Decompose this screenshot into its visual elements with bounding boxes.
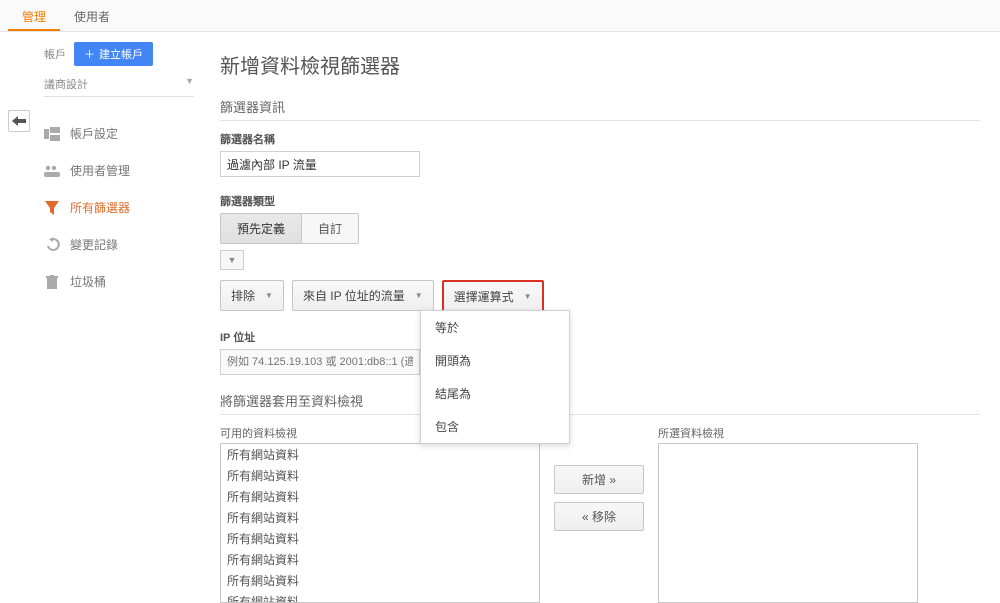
settings-icon [44,126,60,142]
main-content: 新增資料檢視篩選器 篩選器資訊 篩選器名稱 篩選器類型 預先定義 自訂 ▼ 排除… [200,32,1000,603]
ip-address-label: IP 位址 [220,329,980,345]
filter-type-custom[interactable]: 自訂 [301,214,358,243]
exclude-dropdown[interactable]: 排除 ▼ [220,280,284,311]
selected-views-listbox[interactable] [658,443,918,603]
chevron-down-icon: ▼ [265,291,273,300]
operator-dropdown[interactable]: 選擇運算式 ▼ [442,280,544,313]
create-account-label: 建立帳戶 [99,46,143,62]
operator-dropdown-menu: 等於 開頭為 結尾為 包含 [420,310,570,444]
filter-info-title: 篩選器資訊 [220,97,980,121]
chevron-down-icon: ▼ [185,76,194,92]
add-view-button[interactable]: 新增 » [554,465,644,494]
account-name: 議商設計 [44,76,88,92]
plus-icon: ＋ [84,46,95,62]
nav-trash[interactable]: 垃圾桶 [44,263,190,300]
nav-change-history[interactable]: 變更記錄 [44,226,190,263]
filter-type-group: 預先定義 自訂 [220,213,359,244]
nav-label: 垃圾桶 [70,273,106,290]
list-item[interactable]: 所有網站資料 [221,444,539,465]
exclude-label: 排除 [231,287,255,304]
filter-name-input[interactable] [220,151,420,177]
chevron-down-icon: ▼ [524,292,532,301]
list-item[interactable]: 所有網站資料 [221,528,539,549]
filter-type-predefined[interactable]: 預先定義 [221,214,301,243]
list-item[interactable]: 所有網站資料 [221,549,539,570]
filter-type-label: 篩選器類型 [220,193,980,209]
page-title: 新增資料檢視篩選器 [220,50,980,79]
account-select[interactable]: 議商設計 ▼ [44,72,194,97]
sidebar-nav: 帳戶設定 使用者管理 所有篩選器 變更記錄 垃圾桶 [44,115,190,300]
nav-account-settings[interactable]: 帳戶設定 [44,115,190,152]
nav-label: 所有篩選器 [70,199,130,216]
list-item[interactable]: 所有網站資料 [221,591,539,603]
traffic-source-dropdown[interactable]: 來自 IP 位址的流量 ▼ [292,280,434,311]
list-item[interactable]: 所有網站資料 [221,465,539,486]
remove-view-button[interactable]: « 移除 [554,502,644,531]
create-account-button[interactable]: ＋ 建立帳戶 [74,42,153,66]
operator-option-endswith[interactable]: 結尾為 [421,377,569,410]
list-item[interactable]: 所有網站資料 [221,486,539,507]
users-icon [44,163,60,179]
list-item[interactable]: 所有網站資料 [221,570,539,591]
nav-label: 使用者管理 [70,162,130,179]
nav-all-filters[interactable]: 所有篩選器 [44,189,190,226]
tab-manage[interactable]: 管理 [8,0,60,31]
sidebar: 帳戶 ＋ 建立帳戶 議商設計 ▼ 帳戶設定 使用者管理 所有篩選器 [0,32,200,603]
ip-address-input[interactable] [220,349,420,375]
available-views-listbox[interactable]: 所有網站資料所有網站資料所有網站資料所有網站資料所有網站資料所有網站資料所有網站… [220,443,540,603]
tab-users[interactable]: 使用者 [60,0,124,31]
selected-views-label: 所選資料檢視 [658,425,918,441]
nav-label: 帳戶設定 [70,125,118,142]
filter-name-label: 篩選器名稱 [220,131,980,147]
filter-icon [44,200,60,216]
nav-label: 變更記錄 [70,236,118,253]
account-label: 帳戶 [44,46,66,62]
operator-option-contains[interactable]: 包含 [421,410,569,443]
back-button[interactable] [8,110,30,132]
traffic-label: 來自 IP 位址的流量 [303,287,405,304]
list-item[interactable]: 所有網站資料 [221,507,539,528]
apply-views-title: 將篩選器套用至資料檢視 [220,391,980,415]
history-icon [44,237,60,253]
filter-type-expand[interactable]: ▼ [220,250,244,270]
chevron-down-icon: ▼ [415,291,423,300]
top-tabs: 管理 使用者 [0,0,1000,32]
operator-label: 選擇運算式 [454,288,514,305]
trash-icon [44,274,60,290]
operator-option-equals[interactable]: 等於 [421,311,569,344]
nav-user-management[interactable]: 使用者管理 [44,152,190,189]
back-arrow-icon [12,115,26,127]
operator-option-startswith[interactable]: 開頭為 [421,344,569,377]
